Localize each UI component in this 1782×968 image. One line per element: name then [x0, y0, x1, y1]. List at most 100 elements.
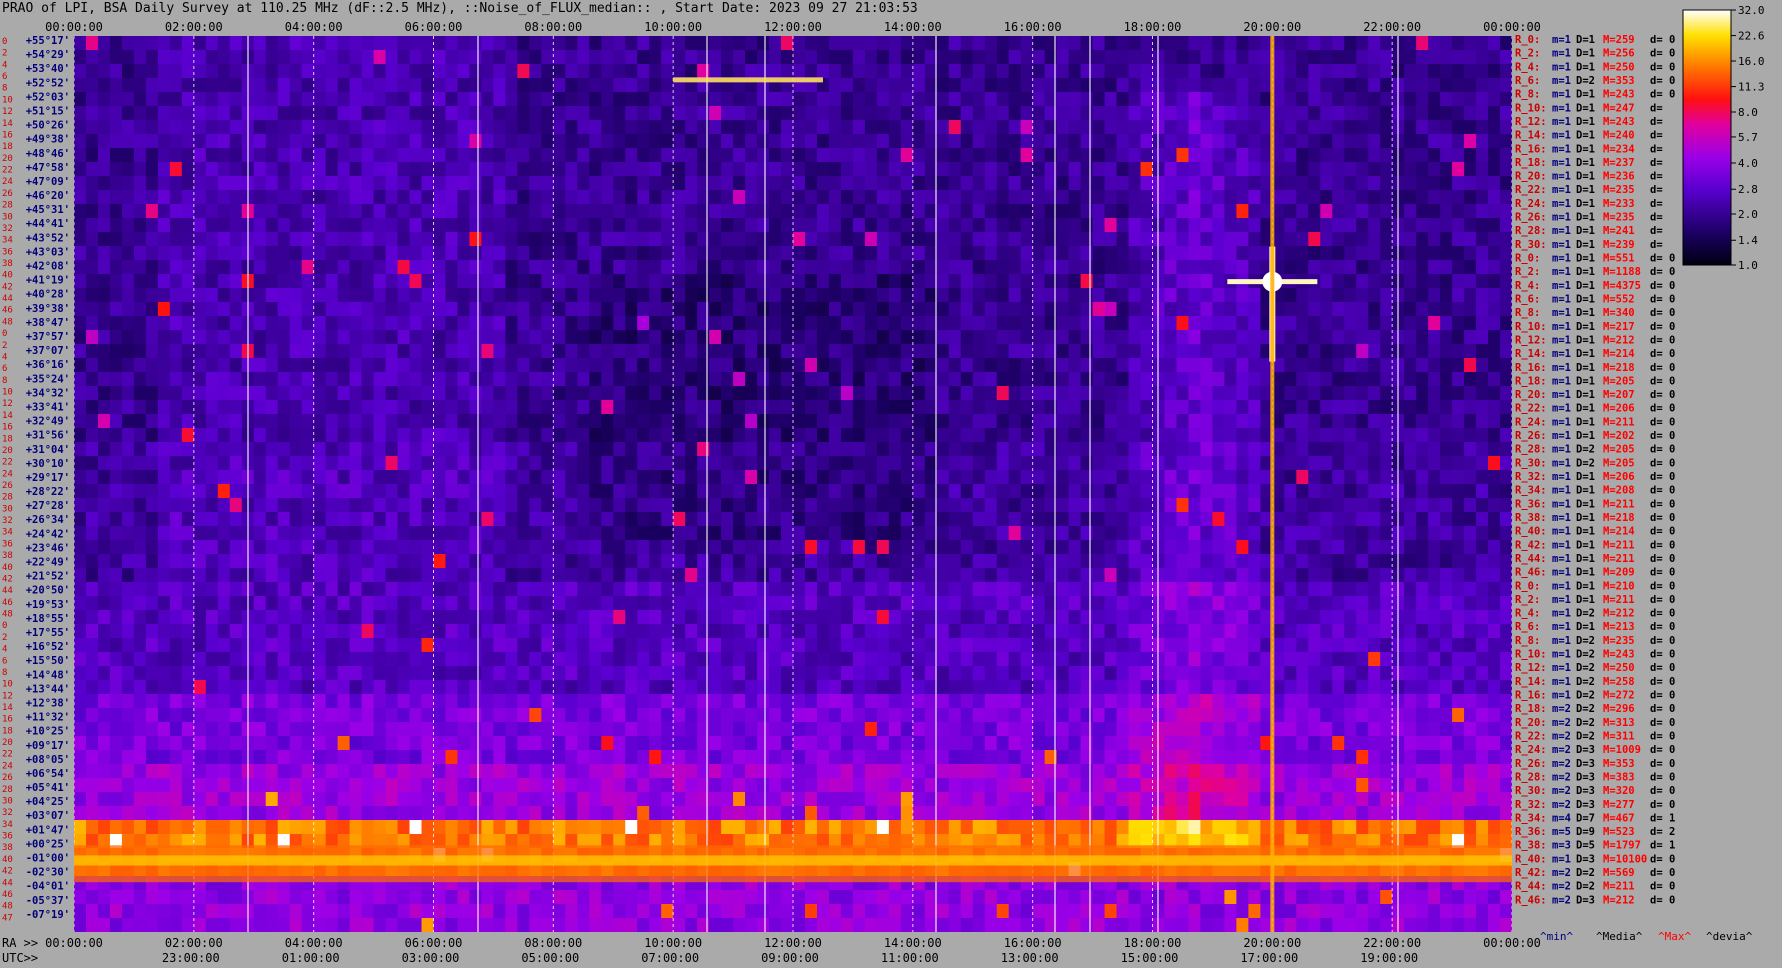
heatmap-cell: [709, 120, 722, 135]
heatmap-cell: [529, 414, 542, 429]
heatmap-cell: [145, 344, 159, 359]
heatmap-cell: [169, 330, 183, 345]
heatmap-cell: [253, 414, 267, 429]
heatmap-cell: [349, 568, 363, 583]
heatmap-cell: [169, 414, 183, 429]
heatmap-cell: [205, 134, 219, 149]
heatmap-cell: [709, 428, 722, 443]
heatmap-cell: [289, 260, 303, 275]
heatmap-cell: [1500, 302, 1512, 317]
heatmap-cell: [1176, 78, 1190, 93]
heatmap-cell: [996, 526, 1010, 541]
heatmap-cell: [397, 106, 411, 121]
heatmap-cell: [1416, 218, 1429, 233]
heatmap-cell: [349, 274, 363, 289]
heatmap-cell: [205, 64, 219, 79]
heatmap-cell: [697, 120, 710, 135]
heatmap-cell: [637, 554, 650, 569]
heatmap-cell: [1020, 498, 1034, 513]
heatmap-cell: [169, 610, 183, 625]
heatmap-cell: [265, 596, 279, 611]
heatmap-cell: [673, 484, 686, 499]
heatmap-cell: [601, 344, 614, 359]
heatmap-cell: [1092, 596, 1106, 611]
heatmap-cell: [289, 582, 303, 597]
heatmap-cell: [409, 162, 423, 177]
heatmap-cell: [1368, 596, 1381, 611]
heatmap-cell: [900, 456, 914, 471]
heatmap-cell: [577, 498, 590, 513]
heatmap-cell: [349, 148, 363, 163]
heatmap-cell: [757, 162, 770, 177]
heatmap-cell: [1152, 456, 1166, 471]
heatmap-cell: [1080, 512, 1094, 527]
heatmap-cell: [1368, 120, 1381, 135]
heatmap-cell: [553, 400, 566, 415]
heatmap-cell: [697, 148, 710, 163]
heatmap-cell: [601, 582, 614, 597]
heatmap-cell: [229, 540, 243, 555]
heatmap-cell: [253, 78, 267, 93]
heatmap-cell: [661, 246, 674, 261]
heatmap-cell: [1428, 218, 1441, 233]
heatmap-cell: [205, 428, 219, 443]
heatmap-cell: [1104, 246, 1118, 261]
heatmap-cell: [1224, 358, 1237, 373]
heatmap-cell: [948, 302, 962, 317]
heatmap-cell: [565, 176, 578, 191]
heatmap-cell: [1032, 120, 1046, 135]
heatmap-cell: [373, 302, 387, 317]
heatmap-cell: [1056, 246, 1070, 261]
heatmap-cell: [1224, 78, 1237, 93]
heatmap-cell: [613, 484, 626, 499]
heatmap-cell: [313, 372, 327, 387]
heatmap-cell: [337, 50, 351, 65]
heatmap-cell: [637, 260, 650, 275]
heatmap-cell: [1188, 428, 1202, 443]
heatmap-cell: [1500, 274, 1512, 289]
heatmap-cell: [1296, 106, 1309, 121]
heatmap-cell: [936, 204, 950, 219]
heatmap-cell: [253, 596, 267, 611]
heatmap-cell: [1116, 50, 1130, 65]
heatmap-cell: [828, 120, 842, 135]
heatmap-cell: [565, 162, 578, 177]
heatmap-cell: [972, 232, 986, 247]
heatmap-cell: [217, 232, 231, 247]
heatmap-cell: [936, 302, 950, 317]
heatmap-cell: [337, 302, 351, 317]
heatmap-cell: [325, 176, 339, 191]
heatmap-cell: [1488, 414, 1501, 429]
heatmap-cell: [157, 582, 171, 597]
heatmap-cell: [625, 442, 638, 457]
heatmap-cell: [804, 456, 818, 471]
heatmap-cell: [1080, 372, 1094, 387]
heatmap-cell: [1296, 442, 1309, 457]
heatmap-cell: [1236, 288, 1249, 303]
heatmap-cell: [793, 526, 806, 541]
heatmap-cell: [804, 232, 818, 247]
heatmap-cell: [1200, 232, 1214, 247]
heatmap-cell: [996, 120, 1010, 135]
heatmap-cell: [145, 288, 159, 303]
heatmap-cell: [74, 554, 87, 569]
heatmap-cell: [313, 568, 327, 583]
heatmap-cell: [1056, 302, 1070, 317]
heatmap-cell: [349, 50, 363, 65]
heatmap-cell: [1164, 120, 1178, 135]
heatmap-cell: [301, 442, 315, 457]
heatmap-cell: [1320, 484, 1333, 499]
heatmap-cell: [493, 344, 506, 359]
heatmap-cell: [948, 50, 962, 65]
heatmap-cell: [721, 50, 734, 65]
heatmap-cell: [1056, 190, 1070, 205]
heatmap-cell: [301, 456, 315, 471]
heatmap-cell: [840, 274, 854, 289]
heatmap-cell: [469, 526, 483, 541]
heatmap-cell: [1464, 400, 1477, 415]
heatmap-cell: [121, 414, 135, 429]
heatmap-cell: [1092, 148, 1106, 163]
heatmap-cell: [1476, 554, 1489, 569]
heatmap-cell: [289, 302, 303, 317]
heatmap-cell: [697, 470, 710, 485]
